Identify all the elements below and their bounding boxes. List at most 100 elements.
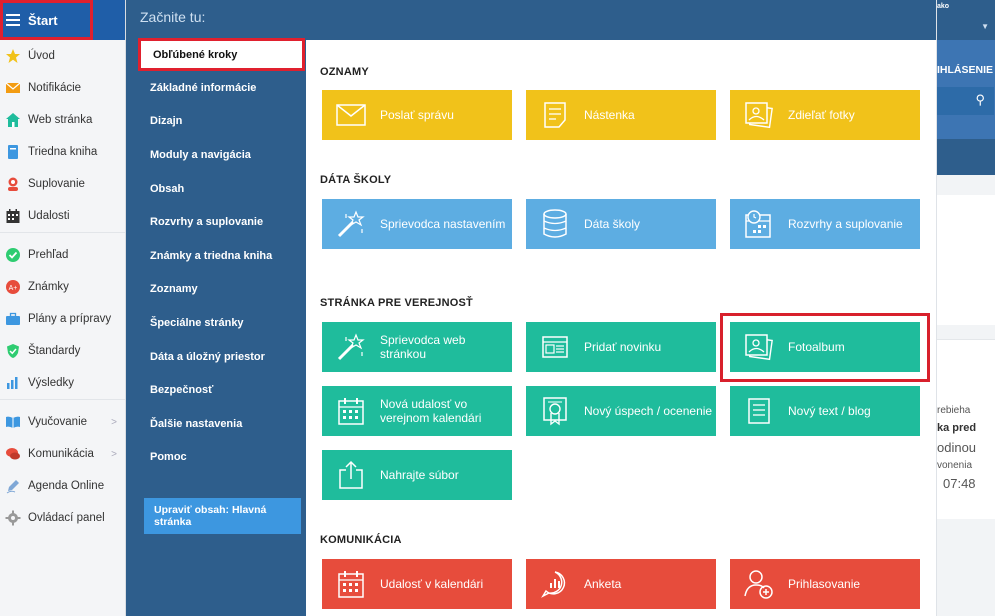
sidebar-item-label: Agenda Online: [28, 480, 105, 492]
tile-udalost-v-kalendari[interactable]: Udalosť v kalendári: [322, 559, 512, 609]
sidebar-item-web-stranka[interactable]: Web stránka: [0, 104, 125, 136]
sidebar-item-triedna-kniha[interactable]: Triedna kniha: [0, 136, 125, 168]
chat-icon: [6, 448, 20, 460]
sidebar-item-udalosti[interactable]: Udalosti: [0, 200, 125, 232]
start-menu-panel: Začnite tu: Obľúbené kroky Základné info…: [126, 0, 306, 616]
briefcase-icon: [6, 312, 20, 325]
document-icon: [748, 398, 770, 424]
sidebar-item-label: Výsledky: [28, 377, 75, 389]
tile-nahrajte-subor[interactable]: Nahrajte súbor: [322, 450, 512, 500]
sidebar-item-znamky[interactable]: A+ Známky: [0, 271, 125, 303]
tile-label: Nahrajte súbor: [380, 468, 459, 482]
tile-data-skoly[interactable]: Dáta školy: [526, 199, 716, 249]
magic-wand-icon: [337, 210, 365, 238]
tile-sprievodca-web-strankou[interactable]: Sprievodca web stránkou: [322, 322, 512, 372]
menu-item-moduly[interactable]: Moduly a navigácia: [126, 138, 306, 172]
chevron-right-icon: >: [111, 416, 117, 428]
background-page: ako ▼ IHLÁSENIE ⚲ rebieha ka pred odinou…: [936, 0, 995, 616]
tile-label: Dáta školy: [584, 217, 641, 231]
menu-item-specialne-stranky[interactable]: Špeciálne stránky: [126, 306, 306, 340]
sidebar-item-label: Prehľad: [28, 249, 69, 261]
section-title-stranka-pre-verejnost: STRÁNKA PRE VEREJNOSŤ: [320, 297, 473, 309]
sidebar-item-prehlad[interactable]: Prehľad: [0, 239, 125, 271]
background-text-line: ka pred: [937, 422, 977, 434]
search-box[interactable]: [937, 87, 994, 115]
menu-item-rozvrhy[interactable]: Rozvrhy a suplovanie: [126, 205, 306, 239]
newspaper-icon: [542, 336, 568, 358]
tile-label: Poslať správu: [380, 108, 454, 122]
photos-icon: [745, 102, 773, 129]
sidebar-item-label: Suplovanie: [28, 178, 85, 190]
edit-content-button[interactable]: Upraviť obsah: Hlavná stránka: [144, 498, 301, 534]
svg-text:A+: A+: [9, 285, 18, 292]
grade-icon: A+: [6, 280, 20, 294]
tile-pridat-novinku[interactable]: Pridať novinku: [526, 322, 716, 372]
menu-item-bezpecnost[interactable]: Bezpečnosť: [126, 373, 306, 407]
tile-label: Prihlasovanie: [788, 577, 861, 591]
start-highlight-frame: [0, 0, 93, 40]
open-book-icon: [6, 416, 20, 428]
sidebar-item-notifikacie[interactable]: Notifikácie: [0, 72, 125, 104]
sidebar-item-label: Triedna kniha: [28, 146, 98, 158]
sidebar-item-label: Štandardy: [28, 345, 81, 357]
sidebar-group-2: Prehľad A+ Známky Plány a prípravy Štand…: [0, 233, 125, 400]
tile-label: Nová udalosť vo verejnom kalendári: [380, 397, 482, 425]
tile-label: Nový text / blog: [788, 404, 871, 418]
chevron-down-icon[interactable]: ▼: [981, 22, 989, 31]
user-swap-icon: [8, 177, 18, 191]
menu-item-dizajn[interactable]: Dizajn: [126, 105, 306, 139]
sidebar-item-suplovanie[interactable]: Suplovanie: [0, 168, 125, 200]
book-icon: [8, 145, 18, 159]
fotoalbum-highlight-frame: [720, 313, 930, 382]
tile-novy-text-blog[interactable]: Nový text / blog: [730, 386, 920, 436]
sidebar-item-vyucovanie[interactable]: Vyučovanie >: [0, 406, 125, 438]
section-title-oznamy: OZNAMY: [320, 66, 369, 78]
login-link-partial[interactable]: IHLÁSENIE: [937, 64, 993, 76]
background-top-bar: ako ▼: [937, 0, 995, 40]
menu-item-dalsie-nastavenia[interactable]: Ďalšie nastavenia: [126, 407, 306, 441]
sidebar-item-agenda-online[interactable]: Agenda Online: [0, 470, 125, 502]
tile-novy-uspech[interactable]: Nový úspech / ocenenie: [526, 386, 716, 436]
calendar-icon: [338, 571, 364, 598]
gear-icon: [5, 510, 21, 526]
tile-rozvrhy-a-suplovanie[interactable]: Rozvrhy a suplovanie: [730, 199, 920, 249]
sidebar-item-plany[interactable]: Plány a prípravy: [0, 303, 125, 335]
menu-item-zoznamy[interactable]: Zoznamy: [126, 273, 306, 307]
menu-item-data[interactable]: Dáta a úložný priestor: [126, 340, 306, 374]
tile-label: Pridať novinku: [584, 340, 662, 354]
background-text-line: vonenia: [937, 460, 973, 471]
shield-icon: [7, 344, 19, 358]
background-text-line: rebieha: [937, 405, 971, 416]
sidebar-item-label: Vyučovanie: [28, 416, 88, 428]
sidebar-item-vysledky[interactable]: Výsledky: [0, 367, 125, 399]
tile-zdielat-fotky[interactable]: Zdieľať fotky: [730, 90, 920, 140]
background-text-line: odinou: [937, 440, 977, 455]
tile-poslat-spravu[interactable]: Poslať správu: [322, 90, 512, 140]
chevron-right-icon: >: [111, 448, 117, 460]
envelope-icon: [5, 82, 21, 93]
tile-anketa[interactable]: Anketa: [526, 559, 716, 609]
sidebar-item-uvod[interactable]: Úvod: [0, 40, 125, 72]
sidebar-group-1: Úvod Notifikácie Web stránka Triedna kni…: [0, 40, 125, 233]
calendar-icon: [338, 398, 364, 425]
user-name-partial: ako: [937, 3, 950, 10]
sidebar-item-standardy[interactable]: Štandardy: [0, 335, 125, 367]
tile-prihlasovanie[interactable]: Prihlasovanie: [730, 559, 920, 609]
sidebar-item-label: Notifikácie: [28, 82, 82, 94]
menu-heading: Začnite tu:: [140, 9, 206, 25]
tile-nastenka[interactable]: Nástenka: [526, 90, 716, 140]
search-icon[interactable]: ⚲: [975, 92, 985, 108]
background-time: 07:48: [943, 476, 976, 491]
tile-sprievodca-nastavenim[interactable]: Sprievodca nastavením: [322, 199, 512, 249]
sidebar-item-komunikacia[interactable]: Komunikácia >: [0, 438, 125, 470]
sidebar-item-label: Udalosti: [28, 210, 70, 222]
menu-item-oblubene-kroky[interactable]: Obľúbené kroky: [138, 38, 305, 71]
menu-item-obsah[interactable]: Obsah: [126, 172, 306, 206]
tile-nova-udalost[interactable]: Nová udalosť vo verejnom kalendári: [322, 386, 512, 436]
sidebar-item-label: Komunikácia: [28, 448, 94, 460]
menu-item-znamky[interactable]: Známky a triedna kniha: [126, 239, 306, 273]
add-user-icon: [744, 570, 773, 599]
menu-item-zakladne-informacie[interactable]: Základné informácie: [126, 71, 306, 105]
sidebar-item-ovladaci-panel[interactable]: Ovládací panel: [0, 502, 125, 534]
menu-item-pomoc[interactable]: Pomoc: [126, 441, 306, 475]
